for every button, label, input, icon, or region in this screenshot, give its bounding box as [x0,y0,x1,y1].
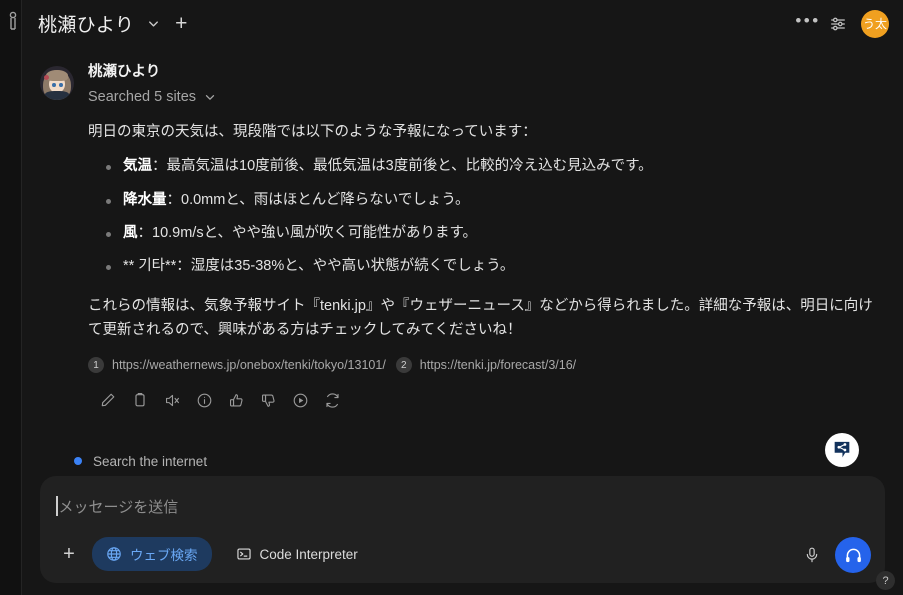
bullet-label: 風 [123,224,138,241]
list-item: ** 기타**：湿度は35-38%と、やや高い状態が続くでしょう。 [88,255,885,278]
citation-list: 1 https://weathernews.jp/onebox/tenki/to… [88,357,885,374]
status-line: Search the internet [22,446,903,476]
code-interpreter-label: Code Interpreter [259,546,358,562]
app-window: 桃瀬ひより + ••• う太 桃瀬ひより Searched 5 sites 明日… [0,0,903,595]
searched-sites-toggle[interactable]: Searched 5 sites [88,89,217,105]
attach-plus-icon[interactable]: + [56,541,82,567]
user-avatar[interactable]: う太 [861,9,889,38]
citation-url: https://tenki.jp/forecast/3/16/ [419,358,577,373]
main-column: 桃瀬ひより + ••• う太 桃瀬ひより Searched 5 sites 明日… [22,0,903,595]
composer-toolbar: + ウェブ検索 Code Interpreter [56,537,869,571]
status-label: Search the internet [93,453,208,469]
composer-right-controls [803,537,871,573]
citation-item[interactable]: 1 https://weathernews.jp/onebox/tenki/to… [88,357,386,374]
citation-number: 2 [395,357,412,374]
globe-icon [106,546,122,562]
clipped-tool-icon[interactable] [2,11,20,33]
message-closing: これらの情報は、気象予報サイト『tenki.jp』や『ウェザーニュース』などから… [88,298,873,338]
more-dots-icon[interactable]: ••• [793,9,823,39]
info-icon[interactable] [193,389,215,411]
sliders-icon[interactable] [823,9,853,39]
bullet-text: ：0.0mmと、雨はほとんど降らないでしょう。 [166,191,470,208]
bullet-text: ：湿度は35-38%と、やや高い状態が続くでしょう。 [176,258,515,275]
bullet-text: ：10.9m/sと、やや強い風が吹く可能性があります。 [137,224,478,241]
bullet-text: ：最高気温は10度前後、最低気温は3度前後と、比較的冷え込む見込みです。 [152,158,653,175]
forecast-bullet-list: 気温：最高気温は10度前後、最低気温は3度前後と、比較的冷え込む見込みです。 降… [88,155,885,278]
web-search-toggle[interactable]: ウェブ検索 [92,537,212,571]
thumbs-down-icon[interactable] [257,389,279,411]
bullet-label: 降水量 [123,191,167,208]
bullet-label: ** 기타** [123,258,177,275]
searched-sites-label: Searched 5 sites [88,89,197,105]
chevron-down-icon[interactable] [146,16,161,31]
list-item: 風：10.9m/sと、やや強い風が吹く可能性があります。 [88,222,885,245]
page-title: 桃瀬ひより [38,15,135,36]
list-item: 降水量：0.0mmと、雨はほとんど降らないでしょう。 [88,189,885,212]
composer-wrapper: メッセージを送信 + ウェブ検索 Code Interpreter [22,433,903,595]
conversation-area: 桃瀬ひより Searched 5 sites 明日の東京の天気は、現段階では以下… [22,47,903,446]
message-composer: メッセージを送信 + ウェブ検索 Code Interpreter [40,433,885,583]
message-sender: 桃瀬ひより [88,64,161,80]
regenerate-icon[interactable] [321,389,343,411]
assistant-message: 桃瀬ひより Searched 5 sites 明日の東京の天気は、現段階では以下… [40,62,885,411]
web-search-label: ウェブ検索 [130,548,198,563]
mute-icon[interactable] [161,389,183,411]
citation-number: 1 [88,357,104,374]
message-input[interactable]: メッセージを送信 [56,494,869,518]
voice-mode-button[interactable] [835,537,871,573]
left-rail [0,0,22,595]
citation-url: https://weathernews.jp/onebox/tenki/toky… [112,358,386,373]
help-button[interactable]: ? [876,571,895,590]
play-icon[interactable] [289,389,311,411]
edit-icon[interactable] [97,389,119,411]
new-chat-plus-icon[interactable]: + [175,13,187,34]
chevron-down-icon [203,90,217,104]
status-dot-icon [74,457,82,465]
message-intro: 明日の東京の天気は、現段階では以下のような予報になっています： [88,124,537,140]
copy-icon[interactable] [129,389,151,411]
bullet-label: 気温 [123,158,152,175]
citation-item[interactable]: 2 https://tenki.jp/forecast/3/16/ [395,357,577,374]
list-item: 気温：最高気温は10度前後、最低気温は3度前後と、比較的冷え込む見込みです。 [88,155,885,178]
code-interpreter-toggle[interactable]: Code Interpreter [222,539,372,569]
top-header: 桃瀬ひより + ••• う太 [22,0,903,47]
microphone-icon[interactable] [803,546,821,564]
text-caret [56,496,58,516]
message-body: 桃瀬ひより Searched 5 sites 明日の東京の天気は、現段階では以下… [88,62,885,411]
assistant-avatar [40,66,74,100]
terminal-icon [236,546,252,562]
send-badge-icon[interactable] [825,433,859,467]
message-input-placeholder: メッセージを送信 [58,498,179,516]
message-action-bar [97,389,885,411]
thumbs-up-icon[interactable] [225,389,247,411]
